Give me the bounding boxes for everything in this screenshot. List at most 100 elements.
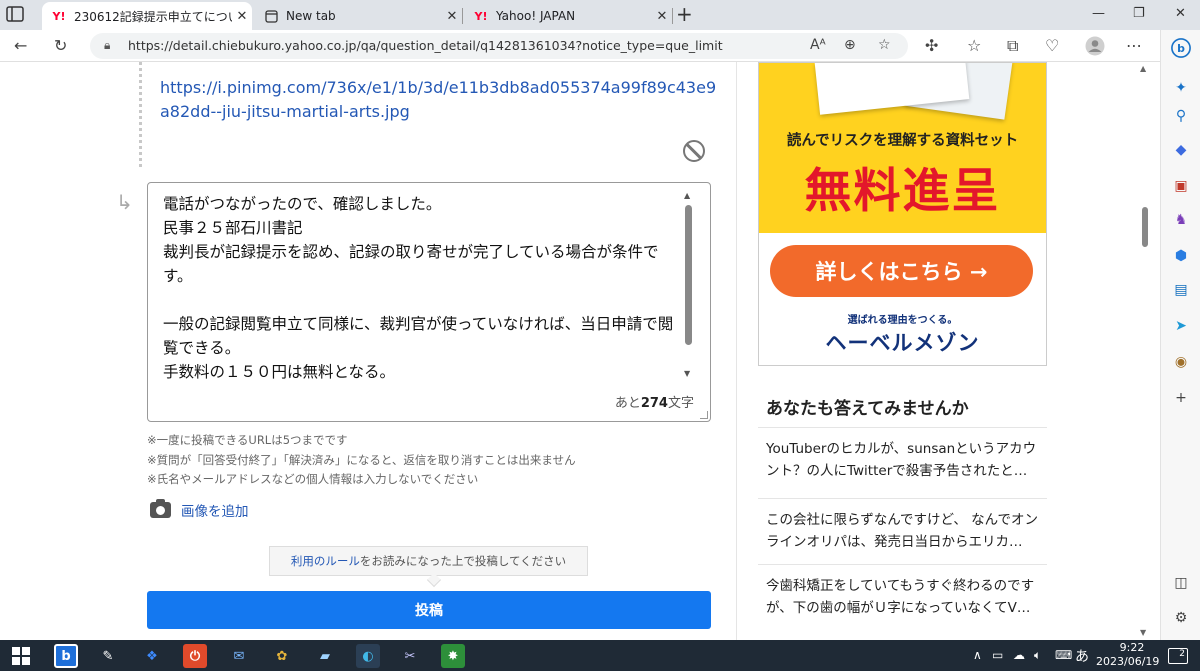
- tab-title: 230612記録提示申立てについて質問: [74, 9, 232, 24]
- clock-time[interactable]: 9:22: [1112, 641, 1152, 654]
- suggestion-text[interactable]: 今歯科矯正をしていてもうすぐ終わるのですが、下の歯の幅がＵ字になっていなくてV…: [758, 565, 1047, 621]
- rules-tip-text: をお読みになった上で投稿してください: [359, 554, 567, 568]
- note-item: ※氏名やメールアドレスなどの個人情報は入力しないでください: [147, 472, 479, 486]
- windows-start-icon[interactable]: [9, 644, 33, 668]
- refresh-icon[interactable]: ↻: [54, 36, 67, 56]
- extensions-icon[interactable]: ✣: [925, 36, 938, 56]
- browser-toolbar: ← ↻ 🔒︎ https://detail.chiebukuro.yahoo.c…: [0, 30, 1200, 62]
- outlook-icon[interactable]: ▤: [1171, 280, 1191, 300]
- drop-icon[interactable]: ➤: [1171, 316, 1191, 336]
- tools-icon[interactable]: ▣: [1171, 176, 1191, 196]
- column-divider: [736, 62, 737, 640]
- volume-icon[interactable]: 🔈︎: [1034, 648, 1041, 663]
- suggestion-item[interactable]: この会社に限らずなんですけど、 なんでオンラインオリパは、発売日当日からエリカ…: [758, 498, 1047, 555]
- close-tab-icon[interactable]: ✕: [652, 9, 672, 24]
- microsoft365-icon[interactable]: ⬢: [1171, 246, 1191, 266]
- suggestion-item[interactable]: YouTuberのヒカルが、sunsanというアカウント？の人にTwitterで…: [758, 427, 1047, 484]
- games-icon[interactable]: ♞: [1171, 210, 1191, 230]
- add-image-button[interactable]: 画像を追加: [150, 499, 249, 520]
- sidebar-settings-icon[interactable]: ⚙: [1171, 608, 1191, 628]
- reply-arrow-icon: ↳: [116, 190, 133, 214]
- add-sidebar-app-icon[interactable]: +: [1171, 388, 1191, 408]
- close-tab-icon[interactable]: ✕: [442, 9, 462, 24]
- performance-icon[interactable]: ♡: [1045, 36, 1059, 56]
- read-aloud-icon[interactable]: Aᴬ: [810, 37, 826, 53]
- notification-center-icon[interactable]: 2: [1168, 648, 1188, 664]
- url-text[interactable]: https://detail.chiebukuro.yahoo.co.jp/qa…: [128, 38, 723, 53]
- camera-icon: [150, 499, 171, 518]
- lock-icon[interactable]: 🔒︎: [104, 38, 110, 53]
- drawing-app-icon[interactable]: ✂: [398, 644, 422, 668]
- block-icon[interactable]: [683, 140, 705, 162]
- paint-palette-icon[interactable]: ✿: [270, 644, 294, 668]
- svg-text:b: b: [1177, 42, 1185, 55]
- bing-chat-icon[interactable]: b: [1171, 38, 1191, 58]
- suggestion-item[interactable]: 今歯科矯正をしていてもうすぐ終わるのですが、下の歯の幅がＵ字になっていなくてV…: [758, 564, 1047, 621]
- tab-actions-icon[interactable]: [6, 6, 32, 24]
- new-tab-button[interactable]: +: [676, 4, 693, 24]
- sparkle-icon[interactable]: ✦: [1171, 78, 1191, 98]
- power-app-icon[interactable]: ⏻: [183, 644, 207, 668]
- ad-details-button[interactable]: 詳しくはこちら →: [770, 245, 1033, 297]
- settings-more-icon[interactable]: ⋯: [1126, 36, 1142, 56]
- textarea-scroll-up-icon[interactable]: ▲: [684, 191, 690, 200]
- ad-brand-logo: ヘーベルメゾン: [825, 331, 980, 355]
- advertisement[interactable]: 読んでリスクを理解する資料セット 無料進呈 詳しくはこちら → 選ばれる理由をつ…: [758, 62, 1047, 366]
- cookie-icon[interactable]: ◉: [1171, 352, 1191, 372]
- tab-question[interactable]: Y! 230612記録提示申立てについて質問 ✕: [42, 2, 252, 30]
- remaining-suffix: 文字: [667, 396, 694, 411]
- ime-indicator[interactable]: あ: [1075, 646, 1089, 666]
- back-icon[interactable]: ←: [14, 36, 27, 56]
- tab-yahoo-japan[interactable]: Y! Yahoo! JAPAN ✕: [464, 2, 672, 30]
- evernote-icon[interactable]: ✸: [441, 644, 465, 668]
- page-scrollbar[interactable]: [1140, 62, 1160, 640]
- page-scrollbar-thumb[interactable]: [1142, 207, 1148, 247]
- page-scroll-up-icon[interactable]: ▲: [1140, 64, 1146, 73]
- tab-strip: Y! 230612記録提示申立てについて質問 ✕ New tab ✕ Y! Ya…: [0, 0, 1200, 30]
- remaining-count: 274: [640, 396, 668, 411]
- ad-tagline: 選ばれる理由をつくる。: [847, 315, 958, 326]
- minimize-icon[interactable]: —: [1092, 6, 1105, 21]
- cloud-icon[interactable]: ☁: [1013, 648, 1025, 662]
- suggestion-text[interactable]: YouTuberのヒカルが、sunsanというアカウント？の人にTwitterで…: [758, 428, 1047, 484]
- restore-icon[interactable]: ❐: [1133, 6, 1145, 21]
- yahoo-favicon-icon: Y!: [474, 9, 488, 23]
- search-icon[interactable]: ⚲: [1171, 106, 1191, 126]
- suggestion-text[interactable]: この会社に限らずなんですけど、 なんでオンラインオリパは、発売日当日からエリカ…: [758, 499, 1047, 555]
- close-window-icon[interactable]: ✕: [1175, 6, 1186, 21]
- sidebar-layout-icon[interactable]: ◫: [1171, 573, 1191, 593]
- resize-handle[interactable]: [700, 411, 708, 419]
- keyboard-icon[interactable]: ⌨: [1055, 648, 1072, 662]
- tab-separator: [672, 8, 673, 24]
- remaining-chars: あと274文字: [615, 392, 694, 411]
- dropbox-icon[interactable]: ❖: [140, 644, 164, 668]
- tray-overflow-icon[interactable]: ∧: [973, 648, 982, 662]
- paint-tool-icon[interactable]: ✎: [96, 644, 120, 668]
- favorites-icon[interactable]: ☆: [967, 36, 981, 56]
- mail-icon[interactable]: ✉: [227, 644, 251, 668]
- image-link[interactable]: https://i.pinimg.com/736x/e1/1b/3d/e11b3…: [160, 76, 720, 124]
- bing-app-icon[interactable]: b: [54, 644, 78, 668]
- close-tab-icon[interactable]: ✕: [232, 9, 252, 24]
- reply-text[interactable]: 電話がつながったので、確認しました。 民事２５部石川書記 裁判長が記録提示を認め…: [163, 192, 683, 384]
- battery-icon[interactable]: ▭: [992, 648, 1003, 662]
- zoom-icon[interactable]: ⊕: [844, 37, 856, 53]
- shopping-tag-icon[interactable]: ◆: [1171, 140, 1191, 160]
- profile-avatar-icon[interactable]: [1085, 36, 1105, 61]
- notebook-icon[interactable]: ▰: [313, 644, 337, 668]
- rules-link[interactable]: 利用のルール: [291, 553, 360, 569]
- address-bar[interactable]: 🔒︎ https://detail.chiebukuro.yahoo.co.jp…: [90, 33, 908, 59]
- collections-icon[interactable]: ⧉: [1007, 36, 1018, 56]
- clock-date[interactable]: 2023/06/19: [1096, 655, 1159, 668]
- edge-sidebar: b ✦ ⚲ ◆ ▣ ♞ ⬢ ▤ ➤ ◉ + ◫ ⚙: [1160, 30, 1200, 640]
- reply-textarea[interactable]: 電話がつながったので、確認しました。 民事２５部石川書記 裁判長が記録提示を認め…: [147, 182, 711, 422]
- favorite-star-icon[interactable]: ☆: [878, 37, 891, 53]
- textarea-scrollbar[interactable]: [685, 205, 692, 345]
- ad-headline: 無料進呈: [804, 164, 1001, 219]
- main-column: https://i.pinimg.com/736x/e1/1b/3d/e11b3…: [0, 62, 735, 640]
- edge-browser-icon[interactable]: ◐: [356, 644, 380, 668]
- page-scroll-down-icon[interactable]: ▼: [1140, 628, 1146, 637]
- post-button[interactable]: 投稿: [147, 591, 711, 629]
- tab-new-tab[interactable]: New tab ✕: [254, 2, 462, 30]
- textarea-scroll-down-icon[interactable]: ▼: [684, 369, 690, 378]
